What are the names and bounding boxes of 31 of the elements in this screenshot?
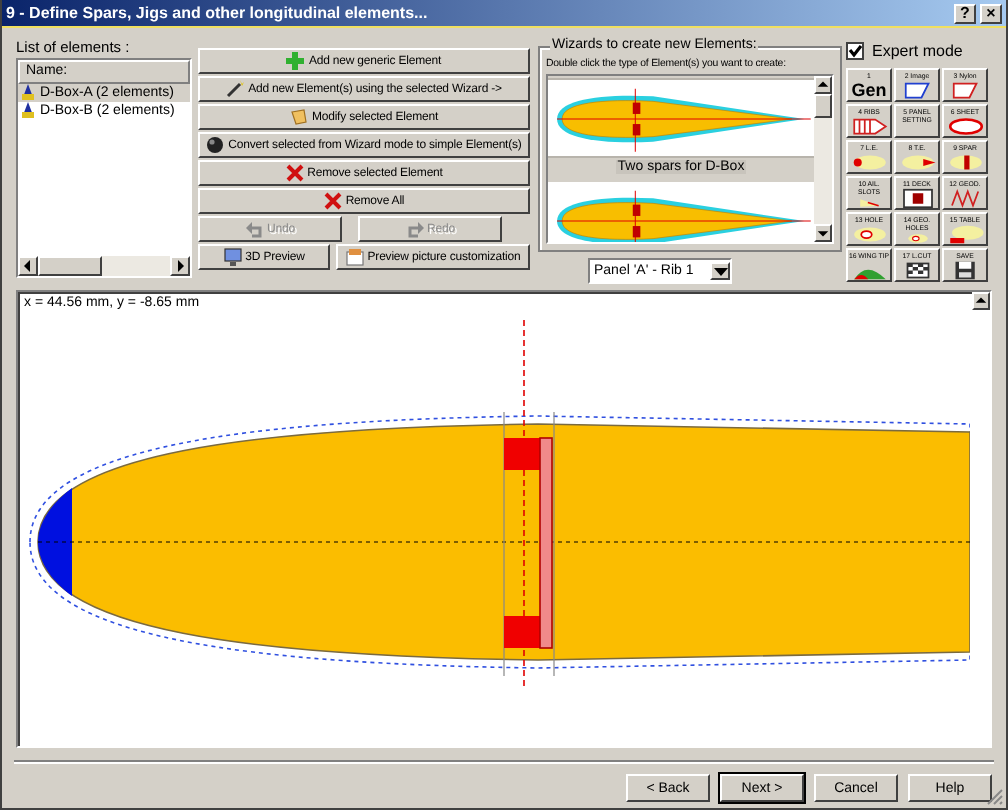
wand-icon xyxy=(226,80,245,98)
cross-icon xyxy=(285,164,304,182)
dropdown-arrow-icon xyxy=(713,267,727,275)
close-button[interactable]: × xyxy=(980,3,1002,23)
resize-grip-icon xyxy=(984,786,1004,806)
airfoil-icon xyxy=(849,151,889,172)
help-button[interactable]: ? xyxy=(954,3,976,23)
check-icon xyxy=(848,43,862,57)
checkbox-label: Expert mode xyxy=(872,41,963,59)
monitor-icon xyxy=(223,248,242,266)
redo-icon xyxy=(405,220,424,238)
picture-icon xyxy=(345,248,364,266)
airfoil-icon xyxy=(849,223,889,244)
horizontal-scrollbar[interactable] xyxy=(18,256,190,276)
deck-icon xyxy=(897,187,937,208)
zigzag-icon xyxy=(945,187,985,208)
scroll-thumb[interactable] xyxy=(38,256,102,276)
cross-icon xyxy=(323,192,342,210)
airfoil-icon xyxy=(897,151,937,172)
sheet-icon xyxy=(289,108,308,126)
ribs-icon xyxy=(849,115,889,136)
plus-icon xyxy=(286,52,305,70)
vertical-scrollbar[interactable] xyxy=(814,76,832,242)
window-title: 9 - Define Spars, Jigs and other longitudinal elements... xyxy=(6,4,430,22)
airfoil-icon xyxy=(945,151,985,172)
checkbox[interactable] xyxy=(846,41,864,59)
airfoil-icon xyxy=(945,223,985,244)
airfoil-icon xyxy=(945,115,985,136)
scroll-thumb[interactable] xyxy=(814,94,832,118)
ball-icon xyxy=(206,136,225,154)
undo-icon xyxy=(245,220,264,238)
